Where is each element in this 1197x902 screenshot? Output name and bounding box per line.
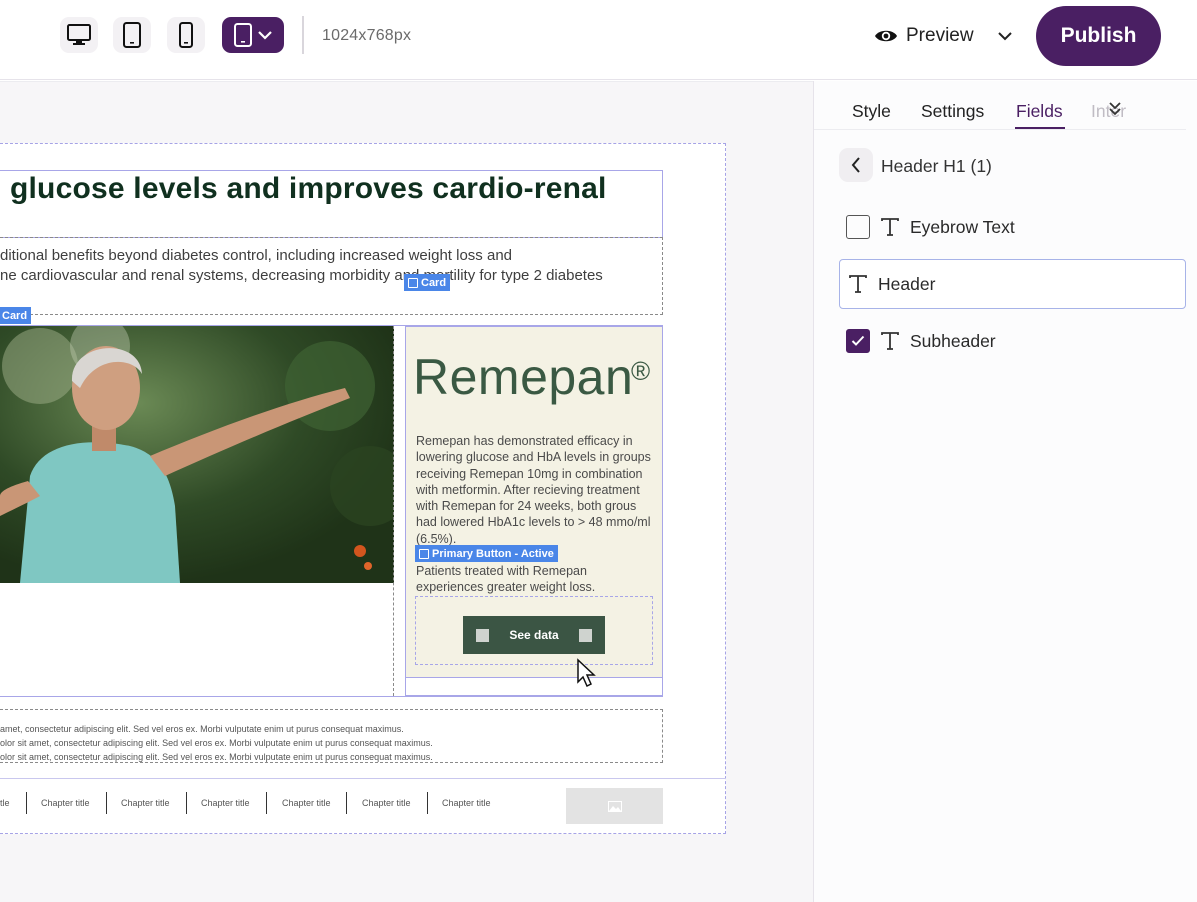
- chapter-navigation: tle Chapter title Chapter title Chapter …: [0, 778, 726, 834]
- nav-separator: [266, 792, 267, 814]
- image-placeholder[interactable]: [566, 788, 663, 824]
- nav-separator: [26, 792, 27, 814]
- desktop-icon: [67, 24, 91, 45]
- chapter-link[interactable]: Chapter title: [121, 792, 170, 814]
- panel-title: Header H1 (1): [881, 156, 992, 176]
- properties-panel: Style Settings Fields Inter Header H1 (1…: [813, 81, 1197, 902]
- eyebrow-checkbox[interactable]: [846, 215, 870, 239]
- card-tag-left-label: Card: [2, 309, 28, 322]
- field-header[interactable]: Header: [839, 259, 1186, 309]
- page-subheading[interactable]: ditional benefits beyond diabetes contro…: [0, 246, 603, 286]
- footer-line: amet, consectetur adipiscing elit. Sed v…: [0, 724, 404, 734]
- top-toolbar: 1024x768px Preview Publish: [0, 0, 1197, 80]
- resolution-label: 1024x768px: [322, 27, 412, 44]
- editor-root: 1024x768px Preview Publish glucose level…: [0, 0, 1197, 902]
- desktop-view-button[interactable]: [60, 17, 98, 53]
- hero-photo[interactable]: [0, 326, 394, 583]
- card-tag-label: Card: [421, 276, 447, 289]
- card-tag-left[interactable]: Card: [0, 307, 32, 324]
- mouse-cursor-icon: [577, 658, 596, 688]
- image-placeholder-icon: [476, 628, 490, 642]
- text-type-icon: [881, 218, 899, 236]
- component-icon: [419, 548, 429, 559]
- chapter-link[interactable]: Chapter title: [442, 792, 491, 814]
- chapter-link[interactable]: Chapter title: [282, 792, 331, 814]
- footer-line: olor sit amet, consectetur adipiscing el…: [0, 738, 433, 748]
- chevron-left-icon: [851, 157, 860, 173]
- field-subheader[interactable]: Subheader: [839, 316, 1186, 366]
- see-data-button[interactable]: See data: [463, 616, 605, 654]
- editor-canvas: glucose levels and improves cardio-renal…: [0, 81, 813, 902]
- primary-button-tag[interactable]: Primary Button - Active: [415, 545, 558, 562]
- chapter-link[interactable]: Chapter title: [41, 792, 90, 814]
- tablet-icon: [123, 22, 141, 48]
- primary-button-tag-label: Primary Button - Active: [432, 547, 554, 560]
- see-data-label: See data: [509, 628, 559, 642]
- tablet-view-button[interactable]: [113, 17, 151, 53]
- chevron-down-icon: [258, 31, 272, 40]
- text-type-icon: [849, 275, 867, 293]
- tab-settings[interactable]: Settings: [921, 101, 984, 122]
- component-icon: [408, 277, 418, 288]
- product-description[interactable]: Remepan has demonstrated efficacy in low…: [416, 433, 656, 547]
- text-type-icon: [881, 332, 899, 350]
- registered-mark: ®: [631, 356, 651, 386]
- image-placeholder-icon: [578, 628, 592, 642]
- panel-tabs: Style Settings Fields Inter: [814, 81, 1186, 130]
- field-label: Subheader: [910, 330, 996, 351]
- custom-device-dropdown[interactable]: [222, 17, 284, 53]
- nav-separator: [427, 792, 428, 814]
- woman-exercising-image: [0, 326, 394, 583]
- back-button[interactable]: [839, 148, 873, 182]
- publish-button[interactable]: Publish: [1036, 6, 1161, 66]
- field-label: Eyebrow Text: [910, 216, 1015, 237]
- toolbar-divider: [302, 16, 304, 54]
- mobile-view-button[interactable]: [167, 17, 205, 53]
- tablet-icon: [234, 23, 252, 47]
- mobile-icon: [179, 22, 193, 48]
- footer-line: olor sit amet, consectetur adipiscing el…: [0, 752, 433, 762]
- preview-label: Preview: [906, 25, 974, 46]
- chevron-down-icon: [997, 32, 1012, 41]
- field-label: Header: [878, 273, 936, 294]
- chapter-link[interactable]: Chapter title: [201, 792, 250, 814]
- eye-icon: [875, 30, 897, 42]
- field-eyebrow-text[interactable]: Eyebrow Text: [839, 202, 1186, 252]
- product-note[interactable]: Patients treated with Remepan experience…: [416, 563, 656, 596]
- tab-fields[interactable]: Fields: [1016, 101, 1063, 122]
- active-tab-indicator: [1015, 127, 1065, 129]
- brand-name[interactable]: Remepan: [413, 348, 633, 406]
- nav-separator: [346, 792, 347, 814]
- chapter-link[interactable]: Chapter title: [362, 792, 411, 814]
- image-icon: [607, 800, 622, 812]
- page-heading[interactable]: glucose levels and improves cardio-renal: [10, 172, 607, 206]
- preview-dropdown[interactable]: Preview: [874, 22, 1014, 50]
- card-tag[interactable]: Card: [404, 274, 451, 291]
- column-divider: [393, 326, 394, 696]
- tab-style[interactable]: Style: [852, 101, 891, 122]
- double-chevron-down-icon[interactable]: [1108, 101, 1122, 117]
- card-bottom-edge: [405, 678, 663, 696]
- check-icon: [851, 335, 865, 346]
- chapter-link[interactable]: tle: [0, 792, 10, 814]
- nav-separator: [186, 792, 187, 814]
- nav-separator: [106, 792, 107, 814]
- subheader-checkbox[interactable]: [846, 329, 870, 353]
